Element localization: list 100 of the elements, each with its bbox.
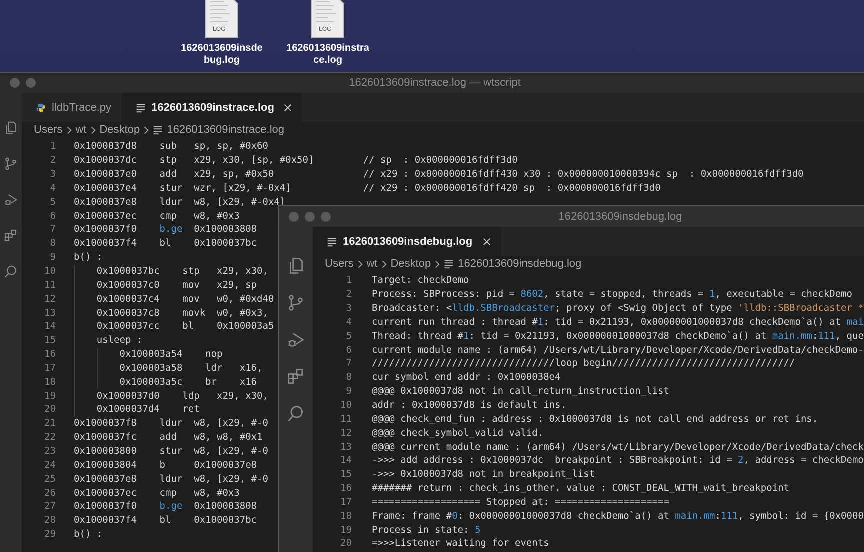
symbol-label: b() :: [74, 252, 103, 264]
opcode-text: cmp: [160, 210, 178, 222]
line-number: 8: [49, 238, 57, 250]
opcode-text: mov: [182, 280, 201, 291]
operand-text: 0x1000037bc: [194, 238, 258, 250]
editor-tab[interactable]: lldbTrace.py: [22, 93, 122, 122]
opcode-text: nop: [206, 349, 224, 360]
address-text: 0x1000037e0: [74, 169, 138, 180]
log-line: Process: SBProcess: pid = 8602, state = stopped, threads = 1, executable = checkDemo: [372, 289, 852, 300]
log-line: cur symbol end addr : 0x1000038e4: [372, 372, 561, 384]
line-number: 12: [44, 294, 57, 305]
operand-text: x29, x30,: [216, 266, 268, 278]
opcode-text: stp: [160, 155, 178, 166]
opcode-text: cmp: [160, 488, 178, 499]
line-number: 13: [44, 308, 57, 319]
files-icon[interactable]: [287, 257, 305, 275]
opcode-text: sub: [160, 141, 178, 152]
address-text: 0x1000037e8: [74, 474, 138, 485]
chevron-icon: [382, 260, 387, 268]
source-control-icon[interactable]: [4, 157, 18, 171]
run-debug-icon[interactable]: [4, 193, 18, 207]
document-icon[interactable]: [204, 0, 240, 40]
extensions-icon[interactable]: [4, 229, 18, 243]
search-icon[interactable]: [4, 265, 18, 279]
text-lines-icon: [153, 125, 164, 135]
address-text: 0x1000037f0: [74, 501, 138, 512]
breadcrumb-item[interactable]: 1626013609instrace.log: [167, 124, 285, 136]
breadcrumb-item[interactable]: Users: [34, 124, 63, 136]
source-control-icon[interactable]: [287, 294, 305, 312]
opcode-text: ldur: [160, 474, 184, 485]
operand-text: w8, w8, #0x1: [194, 432, 263, 444]
line-number: 20: [44, 404, 57, 416]
line-number: 15: [44, 335, 57, 346]
line-number: 11: [44, 280, 57, 291]
line-number: 29: [44, 529, 57, 540]
close-icon[interactable]: [482, 238, 491, 246]
extensions-icon[interactable]: [287, 368, 305, 386]
operand-text: 0x100003808: [194, 224, 258, 236]
breadcrumb-item[interactable]: wt: [366, 258, 378, 270]
line-number: 13: [340, 442, 353, 453]
address-text: 0x1000037c4: [96, 294, 161, 305]
search-icon[interactable]: [287, 405, 305, 423]
log-line: @@@@ check_symbol_valid valid.: [372, 428, 544, 439]
line-number: 3: [345, 303, 353, 314]
line-number: 27: [44, 501, 57, 512]
line-number: 25: [44, 474, 57, 485]
line-number: 4: [345, 316, 353, 328]
operand-text: 0x100003a5: [216, 321, 274, 332]
line-number: 26: [44, 488, 57, 499]
text-lines-icon: [327, 236, 337, 246]
opcode-text: br: [206, 376, 218, 388]
line-number: 2: [49, 155, 57, 166]
address-text: 0x1000037f4: [74, 515, 138, 526]
address-text: 0x1000037d0: [96, 390, 161, 402]
symbol-label: usleep :: [96, 335, 143, 346]
operand-text: w0, #0x3,: [216, 308, 268, 319]
log-line: current run thread : thread #1: tid = 0x21193, 0x00000001000037d8 checkDemo`a() at mai: [372, 316, 864, 328]
line-number: 14: [44, 321, 57, 332]
run-debug-icon[interactable]: [287, 331, 305, 349]
editor-tab[interactable]: 1626013609insdebug.log: [313, 227, 501, 256]
close-icon[interactable]: [284, 104, 292, 112]
line-number: 9: [345, 386, 353, 398]
log-line: ->>> 0x1000037d8 not in breakpoint_list: [372, 469, 596, 480]
window-title: 1626013609insdebug.log: [558, 210, 684, 222]
address-text: 0x1000037bc: [96, 266, 161, 278]
line-number: 6: [49, 210, 57, 222]
text-lines-icon: [444, 259, 454, 269]
operand-text: w8, #0x3: [194, 488, 240, 499]
address-text: 0x100003800: [74, 446, 138, 457]
breadcrumb-item[interactable]: wt: [76, 124, 87, 136]
breadcrumb-item[interactable]: Desktop: [390, 258, 432, 270]
files-icon[interactable]: [4, 121, 18, 135]
operand-text: x16,: [240, 362, 263, 374]
chevron-icon: [144, 126, 150, 134]
operand-text: w8, [x29, #-0: [194, 418, 268, 430]
breadcrumb-item[interactable]: 1626013609insdebug.log: [458, 258, 582, 270]
document-icon[interactable]: [310, 0, 346, 40]
opcode-text: ldp: [182, 390, 201, 402]
opcode-text: stp: [182, 266, 201, 278]
operand-text: w8, [x29, #-0: [194, 474, 268, 485]
address-text: 0x1000037ec: [74, 210, 138, 222]
line-number: 6: [345, 344, 353, 356]
address-text: 0x1000037e8: [74, 196, 138, 208]
line-number: 10: [340, 400, 353, 412]
file-name[interactable]: 1626013609insdebug.log: [179, 43, 265, 67]
opcode-text: b.ge: [160, 224, 184, 236]
address-text: 0x1000037dc: [74, 155, 138, 166]
line-number: 11: [340, 414, 353, 425]
editor-tab[interactable]: 1626013609instrace.log: [122, 93, 302, 122]
log-line: Target: checkDemo: [372, 275, 470, 286]
operand-text: x29, x30, [sp, #0x50]: [194, 155, 316, 166]
log-line: @@@@ 0x1000037d8 not in call_return_instruction_list: [372, 386, 670, 398]
address-text: 0x100003a58: [120, 362, 184, 374]
breadcrumb-item[interactable]: Users: [325, 258, 354, 270]
file-name[interactable]: 1626013609instrace.log: [285, 43, 371, 67]
breadcrumb-item[interactable]: Desktop: [100, 124, 140, 136]
opcode-text: b: [160, 460, 167, 471]
line-number: 28: [44, 515, 57, 526]
address-text: 0x1000037d4: [96, 404, 161, 416]
opcode-text: movk: [182, 308, 207, 319]
